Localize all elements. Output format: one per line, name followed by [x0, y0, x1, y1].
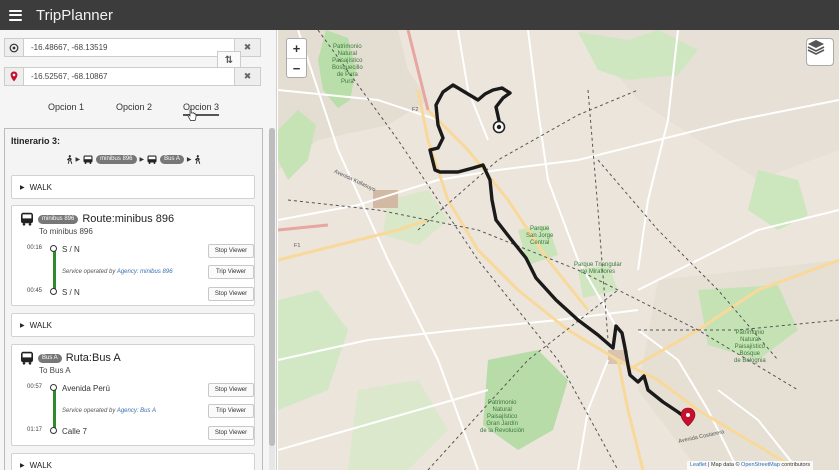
itinerary-panel: Itinerario 3: ▶ minibus 896 ▶ Bus A ▶ ▶ W…	[4, 128, 263, 470]
top-bar: TripPlanner	[0, 0, 839, 30]
zoom-controls: + −	[286, 38, 307, 78]
hand-cursor-icon	[187, 109, 197, 121]
app-title: TripPlanner	[36, 6, 113, 24]
bus-icon	[21, 351, 33, 365]
stop-name: S / N	[62, 288, 80, 297]
tab-opcion-1[interactable]: Opcion 1	[48, 102, 84, 112]
scrollbar-thumb[interactable]	[269, 128, 275, 446]
transit-leg-bus-a: Bus A Ruta:Bus A To Bus A 00:57 Avenida …	[11, 344, 255, 446]
destination-pin-icon	[4, 67, 24, 86]
caret-right-icon: ▶	[20, 185, 25, 191]
clear-destination-button[interactable]: ✖	[235, 67, 261, 86]
map-label-park-south: Patrimonio Natural Paisajístico Gran Jar…	[480, 400, 525, 434]
walk-label: WALK	[29, 183, 52, 192]
stop-dot	[50, 245, 57, 252]
layers-button[interactable]	[806, 38, 834, 66]
stop-dot	[50, 384, 57, 391]
itinerary-summary: ▶ minibus 896 ▶ Bus A ▶	[5, 155, 262, 164]
layers-icon	[807, 40, 825, 55]
stop-time: 00:45	[27, 288, 43, 294]
origin-marker[interactable]	[492, 120, 506, 134]
service-info: Service operated by Agency: minibus 896	[62, 269, 173, 275]
summary-badge-bus: Bus A	[160, 155, 184, 164]
map-label-f1: F1	[294, 243, 301, 249]
stop-dot	[50, 427, 57, 434]
map-label-triangular: Parque Triangular de Miraflores	[574, 262, 622, 275]
stop-time: 00:57	[27, 384, 43, 390]
route-name: Route:minibus 896	[82, 213, 175, 225]
sidebar: ✖ ⇅ ✖ Opcion 1 Opcion 2 Opcion 3 Itinera…	[0, 30, 277, 470]
stop-name: Avenida Perú	[62, 384, 110, 393]
trip-viewer-button[interactable]: Trip Viewer	[208, 265, 254, 279]
map-label-park-east: Patrimonio Natural Paisajístico Bosque d…	[734, 330, 766, 364]
route-badge: minibus 896	[38, 214, 79, 224]
tab-opcion-2[interactable]: Opcion 2	[116, 102, 152, 112]
stop-dot	[50, 288, 57, 295]
sidebar-scrollbar[interactable]	[269, 128, 275, 470]
walk-icon	[66, 155, 72, 164]
map-attribution: Leaflet | Map data © OpenStreetMap contr…	[687, 461, 814, 470]
stop-viewer-button[interactable]: Stop Viewer	[208, 383, 254, 397]
bus-icon	[21, 212, 33, 226]
origin-input[interactable]	[24, 38, 235, 57]
map-canvas[interactable]	[278, 30, 839, 470]
route-destination: To minibus 896	[39, 227, 93, 236]
osm-link[interactable]: OpenStreetMap	[741, 462, 780, 468]
itinerary-tabs: Opcion 1 Opcion 2 Opcion 3	[0, 100, 276, 122]
agency-link[interactable]: Agency: Bus A	[117, 408, 156, 414]
route-progress-line	[53, 251, 56, 293]
zoom-in-button[interactable]: +	[287, 39, 306, 58]
walk-leg-3[interactable]: ▶ WALK	[11, 453, 255, 470]
route-destination: To Bus A	[39, 366, 71, 375]
route-name: Ruta:Bus A	[65, 352, 121, 364]
bus-icon	[147, 155, 157, 164]
destination-row: ✖	[4, 67, 261, 86]
leaflet-link[interactable]: Leaflet	[690, 462, 707, 468]
map-view[interactable]: Patrimonio Natural Paisajístico Bosqueci…	[278, 30, 839, 470]
trip-viewer-button[interactable]: Trip Viewer	[208, 404, 254, 418]
walk-leg-1[interactable]: ▶ WALK	[11, 175, 255, 199]
walk-label: WALK	[29, 321, 52, 330]
stop-name: S / N	[62, 245, 80, 254]
origin-target-icon	[4, 38, 24, 57]
stop-time: 01:17	[27, 427, 43, 433]
agency-link[interactable]: Agency: minibus 896	[117, 269, 173, 275]
walk-icon	[195, 155, 201, 164]
walk-label: WALK	[29, 461, 52, 470]
itinerary-title: Itinerario 3:	[11, 136, 61, 146]
summary-badge-minibus: minibus 896	[96, 155, 137, 164]
service-info: Service operated by Agency: Bus A	[62, 408, 156, 414]
caret-right-icon: ▶	[20, 323, 25, 329]
route-progress-line	[53, 390, 56, 432]
stop-viewer-button[interactable]: Stop Viewer	[208, 244, 254, 258]
walk-leg-2[interactable]: ▶ WALK	[11, 313, 255, 337]
caret-right-icon: ▶	[20, 463, 25, 469]
stop-time: 00:16	[27, 245, 43, 251]
stop-name: Calle 7	[62, 427, 87, 436]
transit-leg-minibus-896: minibus 896 Route:minibus 896 To minibus…	[11, 205, 255, 306]
map-label-f2: F2	[412, 107, 419, 113]
map-label-park-north: Patrimonio Natural Paisajístico Bosqueci…	[332, 44, 363, 85]
map-label-san-jorge: Parque San Jorge Central	[526, 226, 554, 246]
stop-viewer-button[interactable]: Stop Viewer	[208, 287, 254, 301]
stop-viewer-button[interactable]: Stop Viewer	[208, 426, 254, 440]
menu-icon[interactable]	[9, 9, 22, 21]
bus-icon	[83, 155, 93, 164]
destination-input[interactable]	[24, 67, 235, 86]
route-badge: Bus A	[38, 353, 62, 363]
zoom-out-button[interactable]: −	[287, 58, 306, 77]
